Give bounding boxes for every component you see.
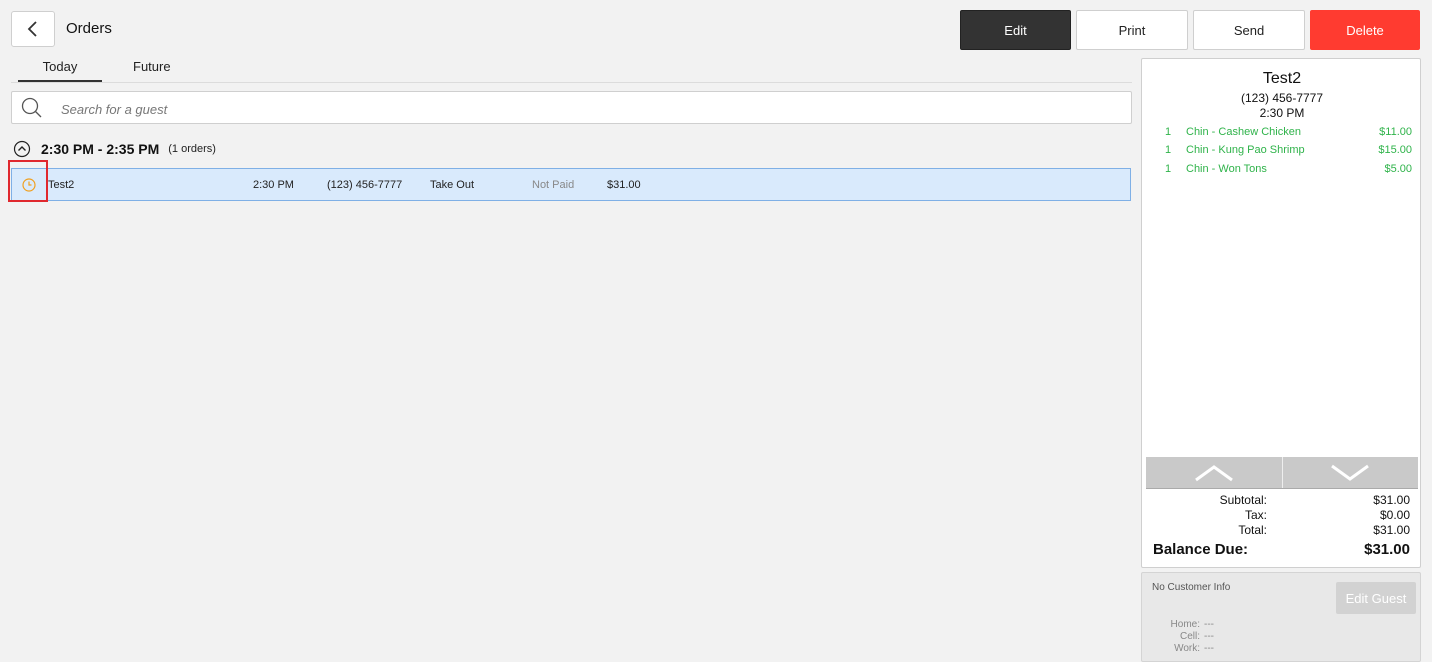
scroll-up-button[interactable] <box>1146 457 1282 488</box>
customer-info-panel: No Customer Info Edit Guest Home: --- Ce… <box>1141 572 1421 662</box>
subtotal-label: Subtotal: <box>1219 493 1267 507</box>
balance-due-label: Balance Due: <box>1153 541 1249 558</box>
item-price: $15.00 <box>1378 144 1412 156</box>
order-count-label: (1 orders) <box>168 143 216 155</box>
home-value: --- <box>1204 619 1214 630</box>
order-guest-name: Test2 <box>48 179 75 191</box>
subtotal-value: $31.00 <box>1373 493 1410 507</box>
chevron-left-icon <box>27 21 37 37</box>
work-label: Work: <box>1174 643 1200 654</box>
tab-future[interactable]: Future <box>133 59 171 74</box>
tab-today[interactable]: Today <box>18 59 102 82</box>
edit-button[interactable]: Edit <box>960 10 1071 50</box>
divider <box>1146 488 1418 489</box>
search-input[interactable] <box>59 98 1113 120</box>
tax-label: Tax: <box>1244 508 1267 522</box>
time-range-label: 2:30 PM - 2:35 PM <box>41 141 160 157</box>
time-group-header[interactable]: 2:30 PM - 2:35 PM (1 orders) <box>13 140 216 158</box>
send-button[interactable]: Send <box>1193 10 1305 50</box>
item-name: Chin - Cashew Chicken <box>1186 126 1301 138</box>
detail-time: 2:30 PM <box>1259 106 1305 120</box>
order-amount: $31.00 <box>607 179 641 191</box>
item-scroll-controls <box>1146 457 1418 488</box>
cell-label: Cell: <box>1179 631 1200 642</box>
order-time: 2:30 PM <box>253 179 294 191</box>
item-price: $5.00 <box>1384 163 1412 175</box>
total-label: Total: <box>1238 523 1267 537</box>
cell-value: --- <box>1204 631 1214 642</box>
tab-divider <box>11 82 1132 83</box>
chevron-up-icon <box>1194 464 1233 481</box>
order-detail-panel: Test2 (123) 456-7777 2:30 PM 1 Chin - Ca… <box>1141 58 1421 568</box>
chevron-down-icon <box>1331 464 1370 481</box>
item-name: Chin - Won Tons <box>1186 163 1267 175</box>
total-value: $31.00 <box>1373 523 1410 537</box>
home-label: Home: <box>1170 619 1200 630</box>
order-phone: (123) 456-7777 <box>327 179 403 191</box>
print-button[interactable]: Print <box>1076 10 1188 50</box>
detail-phone: (123) 456-7777 <box>1240 91 1324 105</box>
edit-guest-button[interactable]: Edit Guest <box>1336 582 1416 614</box>
page-title: Orders <box>66 20 112 37</box>
item-qty: 1 <box>1165 163 1172 175</box>
table-row[interactable]: Test2 2:30 PM (123) 456-7777 Take Out No… <box>11 168 1131 201</box>
order-status: Not Paid <box>532 179 575 191</box>
chevron-up-circle-icon[interactable] <box>13 140 31 158</box>
work-value: --- <box>1204 643 1214 654</box>
detail-guest-name: Test2 <box>1262 70 1302 87</box>
back-button[interactable] <box>11 11 55 47</box>
delete-button[interactable]: Delete <box>1310 10 1420 50</box>
balance-due-value: $31.00 <box>1364 541 1410 558</box>
search-icon <box>21 97 42 118</box>
selection-highlight <box>8 160 48 202</box>
item-price: $11.00 <box>1379 126 1412 138</box>
item-qty: 1 <box>1165 126 1172 138</box>
item-qty: 1 <box>1165 144 1172 156</box>
search-box <box>11 91 1132 124</box>
no-customer-info-label: No Customer Info <box>1152 582 1231 593</box>
item-name: Chin - Kung Pao Shrimp <box>1186 144 1305 156</box>
scroll-down-button[interactable] <box>1281 457 1418 488</box>
tax-value: $0.00 <box>1379 508 1410 522</box>
order-type: Take Out <box>430 179 475 191</box>
